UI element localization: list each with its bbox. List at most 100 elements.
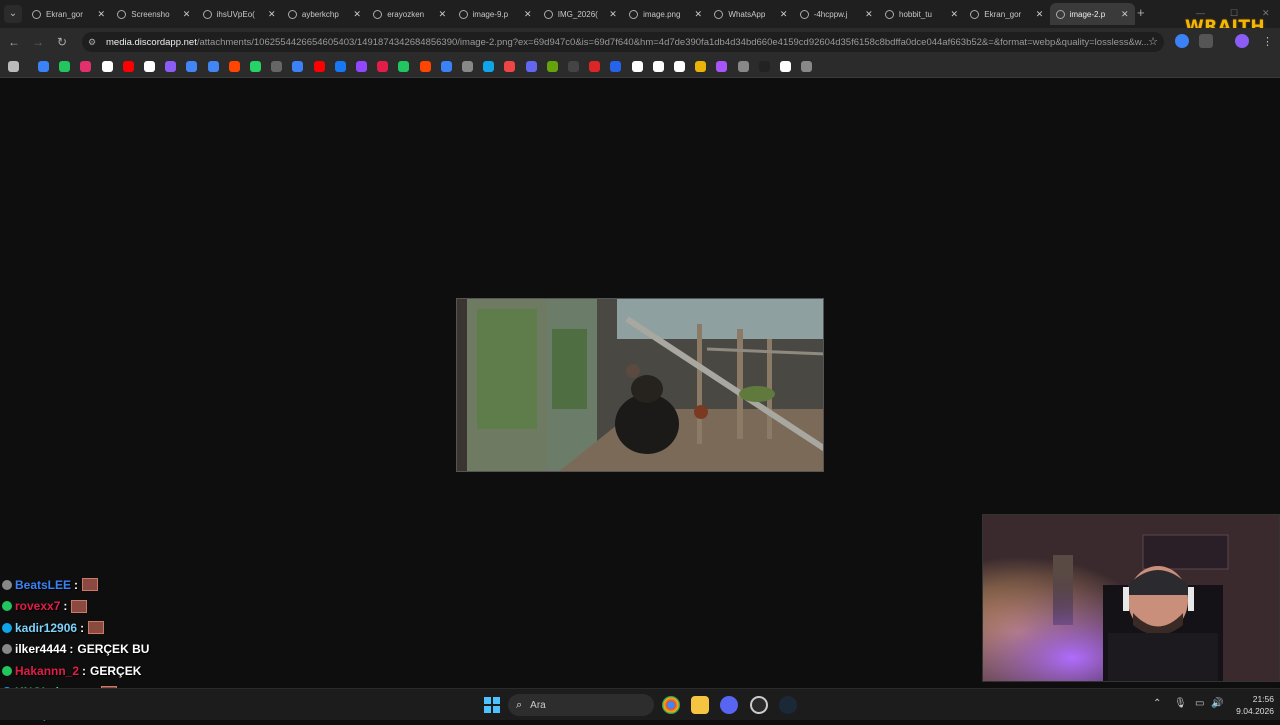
taskbar-search[interactable]: ⌕ Ara [508, 694, 654, 716]
extension-icon[interactable] [1175, 34, 1189, 48]
bookmark-favicon-icon[interactable] [144, 61, 155, 72]
chrome-app-icon[interactable] [662, 696, 680, 714]
bookmark-favicon-icon[interactable] [292, 61, 304, 72]
close-tab-icon[interactable]: ✕ [695, 9, 703, 20]
chat-username: Hakannn_2 [15, 663, 80, 678]
close-tab-icon[interactable]: ✕ [268, 9, 276, 20]
tab[interactable]: hobbit_tu ✕ [879, 3, 964, 25]
chat-username: kadir12906 [15, 620, 78, 635]
bookmark-favicon-icon[interactable] [546, 61, 558, 72]
close-tab-icon[interactable]: ✕ [1121, 9, 1129, 20]
close-tab-icon[interactable]: ✕ [183, 9, 191, 20]
bookmark-favicon-icon[interactable] [780, 61, 791, 72]
bookmark-favicon-icon[interactable] [758, 61, 770, 72]
back-button[interactable]: ← [6, 34, 22, 50]
tab-search-button[interactable]: ⌄ [4, 5, 22, 23]
bookmark-favicon-icon[interactable] [589, 61, 601, 72]
bookmark-favicon-icon[interactable] [228, 61, 240, 72]
extension-icon[interactable] [1199, 34, 1213, 48]
close-tab-icon[interactable]: ✕ [353, 9, 361, 20]
viewed-image[interactable] [456, 298, 824, 472]
bookmark-favicon-icon[interactable] [398, 61, 410, 72]
network-icon[interactable]: ▭ [1195, 698, 1204, 709]
globe-icon [117, 9, 127, 19]
bookmark-favicon-icon[interactable] [250, 61, 261, 72]
tab-title: Ekran_gor [984, 9, 1022, 19]
close-tab-icon[interactable]: ✕ [950, 9, 958, 20]
close-tab-icon[interactable]: ✕ [865, 9, 873, 20]
bookmark-favicon-icon[interactable] [80, 61, 92, 72]
close-tab-icon[interactable]: ✕ [524, 9, 532, 20]
bookmark-favicon-icon[interactable] [674, 61, 685, 72]
site-info-icon[interactable]: ⚙ [88, 37, 98, 47]
bookmark-favicon-icon[interactable] [419, 61, 431, 72]
bookmark-favicon-icon[interactable] [440, 61, 452, 72]
close-tab-icon[interactable]: ✕ [780, 9, 788, 20]
address-bar[interactable]: ⚙ media.discordapp.net/attachments/10625… [82, 32, 1164, 52]
bookmark-favicon-icon[interactable] [377, 61, 389, 72]
bookmark-favicon-icon[interactable] [737, 61, 749, 72]
chat-badge-icon [2, 579, 12, 590]
close-tab-icon[interactable]: ✕ [1036, 9, 1044, 20]
bookmark-favicon-icon[interactable] [801, 61, 813, 72]
bookmark-favicon-icon[interactable] [525, 61, 537, 72]
tab[interactable]: ihsUVpEo(✕ [197, 3, 282, 25]
bookmark-favicon-icon[interactable] [101, 61, 113, 72]
tab[interactable]: Ekran_gor ✕ [26, 3, 111, 25]
bookmark-favicon-icon[interactable] [334, 61, 346, 72]
steam-app-icon[interactable] [779, 696, 797, 714]
tab[interactable]: image.png ✕ [623, 3, 708, 25]
tab-title: IMG_2026( [557, 9, 598, 19]
bookmark-favicon-icon[interactable] [483, 61, 495, 72]
system-clock[interactable]: 21:56 9.04.2026 [1228, 693, 1274, 717]
apps-grid-icon[interactable] [8, 61, 19, 72]
bookmark-favicon-icon[interactable] [313, 61, 325, 72]
tab[interactable]: -4hcppw.j ✕ [794, 3, 879, 25]
tab[interactable]: WhatsApp ✕ [708, 3, 793, 25]
bookmark-favicon-icon[interactable] [122, 61, 134, 72]
bookmark-favicon-icon[interactable] [568, 61, 579, 72]
bookmark-star-icon[interactable]: ☆ [1148, 35, 1158, 48]
obs-app-icon[interactable] [750, 696, 768, 714]
tab[interactable]: image-9.p ✕ [453, 3, 538, 25]
bookmark-favicon-icon[interactable] [38, 61, 49, 72]
tab[interactable]: Ekran_gor ✕ [964, 3, 1049, 25]
forward-button[interactable]: → [30, 34, 46, 50]
file-explorer-icon[interactable] [691, 696, 709, 714]
tab[interactable]: erayozken ✕ [367, 3, 452, 25]
volume-icon[interactable]: 🔊 [1211, 698, 1223, 709]
close-tab-icon[interactable]: ✕ [439, 9, 447, 20]
globe-icon [287, 9, 297, 19]
browser-menu-icon[interactable]: ⋮ [1262, 35, 1273, 48]
new-tab-button[interactable]: + [1137, 5, 1145, 20]
reload-button[interactable]: ↻ [54, 34, 70, 50]
globe-icon [373, 9, 383, 19]
bookmark-favicon-icon[interactable] [186, 61, 198, 72]
bookmark-favicon-icon[interactable] [462, 61, 473, 72]
tray-overflow-icon[interactable]: ⌃ [1153, 698, 1161, 709]
tab[interactable]: Screensho ✕ [111, 3, 196, 25]
discord-app-icon[interactable] [720, 696, 738, 714]
bookmark-favicon-icon[interactable] [716, 61, 728, 72]
chat-separator: : [69, 642, 74, 657]
browser-toolbar: ← → ↻ ⚙ media.discordapp.net/attachments… [0, 28, 1280, 56]
bookmark-favicon-icon[interactable] [610, 61, 622, 72]
bookmark-favicon-icon[interactable] [356, 61, 367, 72]
bookmark-favicon-icon[interactable] [271, 61, 283, 72]
start-button[interactable] [484, 697, 500, 713]
bookmark-favicon-icon[interactable] [59, 61, 71, 72]
close-tab-icon[interactable]: ✕ [97, 9, 105, 20]
tab[interactable]: ayberkchp ✕ [282, 3, 367, 25]
tab-active[interactable]: image-2.p ✕ [1049, 3, 1135, 25]
profile-avatar[interactable] [1235, 34, 1249, 48]
tab[interactable]: IMG_2026( ✕ [538, 3, 623, 25]
close-tab-icon[interactable]: ✕ [609, 9, 617, 20]
bookmark-favicon-icon[interactable] [207, 61, 219, 72]
microphone-icon[interactable]: 🎙 [1174, 698, 1187, 709]
bookmark-favicon-icon[interactable] [165, 61, 177, 72]
chat-emote-icon [82, 578, 99, 592]
bookmark-favicon-icon[interactable] [631, 61, 643, 72]
bookmark-favicon-icon[interactable] [695, 61, 707, 72]
bookmark-favicon-icon[interactable] [652, 61, 664, 72]
bookmark-favicon-icon[interactable] [504, 61, 516, 72]
